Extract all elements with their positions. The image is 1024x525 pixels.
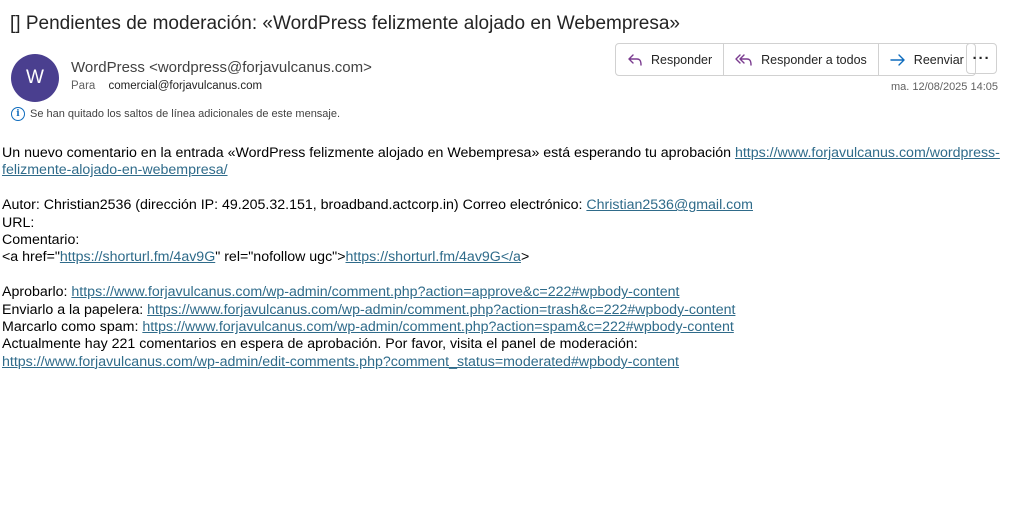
comment-content: <a href="https://shorturl.fm/4av9G" rel=… xyxy=(2,249,530,266)
intro-line: Un nuevo comentario en la entrada «WordP… xyxy=(2,145,1000,179)
url-line: URL: xyxy=(2,214,35,231)
reply-icon xyxy=(628,53,642,66)
info-icon: i xyxy=(11,107,25,121)
more-icon: ··· xyxy=(972,50,991,67)
pending-line: Actualmente hay 221 comentarios en esper… xyxy=(2,336,638,353)
info-text: Se han quitado los saltos de línea adici… xyxy=(30,108,341,120)
author-email-link[interactable]: Christian2536@gmail.com xyxy=(586,197,753,213)
trash-line: Enviarlo a la papelera: https://www.forj… xyxy=(2,301,736,318)
email-subject: [] Pendientes de moderación: «WordPress … xyxy=(10,13,680,34)
approve-link[interactable]: https://www.forjavulcanus.com/wp-admin/c… xyxy=(71,284,679,300)
info-bar: i Se han quitado los saltos de línea adi… xyxy=(11,107,340,121)
comment-link-1[interactable]: https://shorturl.fm/4av9G xyxy=(60,249,215,265)
spam-link[interactable]: https://www.forjavulcanus.com/wp-admin/c… xyxy=(142,319,733,335)
reply-all-label: Responder a todos xyxy=(761,52,867,67)
trash-link[interactable]: https://www.forjavulcanus.com/wp-admin/c… xyxy=(147,302,735,318)
avatar[interactable]: W xyxy=(11,54,59,102)
comment-label: Comentario: xyxy=(2,232,80,249)
author-line: Autor: Christian2536 (dirección IP: 49.2… xyxy=(2,197,753,214)
avatar-letter: W xyxy=(26,67,44,88)
forward-icon xyxy=(890,53,905,66)
message-date: ma. 12/08/2025 14:05 xyxy=(890,81,998,93)
reply-all-icon xyxy=(735,53,752,66)
reply-all-button[interactable]: Responder a todos xyxy=(724,44,879,75)
more-actions-button[interactable]: ··· xyxy=(966,43,997,74)
forward-button[interactable]: Reenviar xyxy=(879,44,975,75)
panel-line: https://www.forjavulcanus.com/wp-admin/e… xyxy=(2,354,1012,371)
recipient-row: Para comercial@forjavulcanus.com xyxy=(71,80,262,92)
message-actions: Responder Responder a todos Reenviar xyxy=(615,43,976,76)
to-value[interactable]: comercial@forjavulcanus.com xyxy=(109,80,263,92)
reply-button[interactable]: Responder xyxy=(616,44,725,75)
spam-line: Marcarlo como spam: https://www.forjavul… xyxy=(2,319,734,336)
to-label: Para xyxy=(71,80,96,92)
comment-link-2[interactable]: https://shorturl.fm/4av9G</a xyxy=(346,249,521,265)
reply-label: Responder xyxy=(651,52,713,67)
approve-line: Aprobarlo: https://www.forjavulcanus.com… xyxy=(2,284,680,301)
message-body: Un nuevo comentario en la entrada «WordP… xyxy=(2,145,1012,371)
forward-label: Reenviar xyxy=(913,52,964,67)
moderation-panel-link[interactable]: https://www.forjavulcanus.com/wp-admin/e… xyxy=(2,354,679,370)
sender[interactable]: WordPress <wordpress@forjavulcanus.com> xyxy=(71,59,372,76)
